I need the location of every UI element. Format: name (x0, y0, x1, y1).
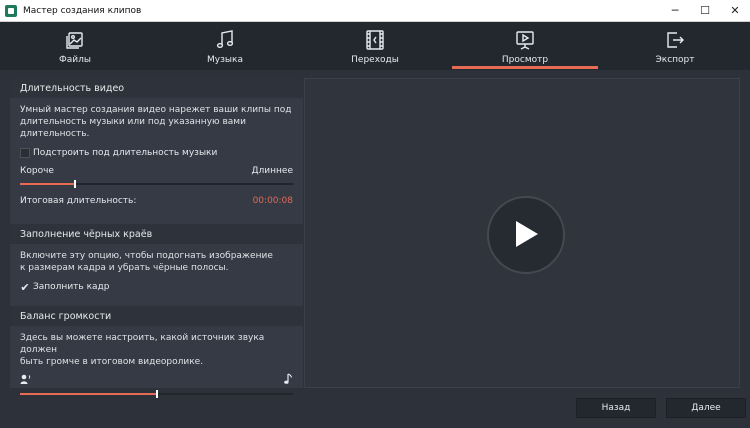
back-button[interactable]: Назад (576, 398, 656, 418)
duration-header: Длительность видео (10, 78, 303, 98)
longer-label: Длиннее (251, 166, 293, 176)
files-icon (63, 28, 87, 52)
duration-slider-fill (20, 183, 75, 185)
tab-export[interactable]: Экспорт (600, 22, 750, 70)
app-icon (5, 4, 17, 17)
shorter-label: Короче (20, 166, 54, 176)
voice-icon (20, 373, 32, 388)
fit-music-label: Подстроить под длительность музыки (33, 148, 218, 158)
black-borders-description: Включите эту опцию, чтобы подогнать изоб… (20, 251, 273, 273)
tab-preview-label: Просмотр (501, 55, 549, 65)
play-button[interactable] (487, 196, 565, 274)
total-duration-value: 00:00:08 (252, 196, 293, 206)
tab-transitions[interactable]: Переходы (300, 22, 450, 70)
play-icon (512, 219, 540, 252)
duration-range-labels: Короче Длиннее (20, 166, 293, 176)
volume-balance-slider[interactable] (20, 388, 293, 400)
tab-transitions-label: Переходы (351, 55, 399, 65)
fit-music-option[interactable]: Подстроить под длительность музыки (20, 148, 293, 158)
total-duration-row: Итоговая длительность: 00:00:08 (20, 196, 293, 206)
main-area: Длительность видео Умный мастер создания… (10, 78, 740, 398)
duration-section: Умный мастер создания видео нарежет ваши… (10, 98, 303, 206)
volume-slider-fill (20, 393, 157, 395)
tab-music[interactable]: Музыка (150, 22, 300, 70)
fill-frame-checkbox[interactable]: ✔ (20, 282, 30, 293)
duration-slider[interactable] (20, 178, 293, 190)
maximize-button[interactable]: ☐ (690, 0, 720, 22)
total-duration-label: Итоговая длительность: (20, 196, 137, 206)
volume-icons (20, 372, 293, 388)
close-button[interactable]: ✕ (720, 0, 750, 22)
tab-music-label: Музыка (207, 55, 243, 65)
music-icon (213, 28, 237, 52)
volume-header: Баланс громкости (10, 306, 303, 326)
volume-section: Здесь вы можете настроить, какой источни… (10, 326, 303, 400)
fill-frame-option[interactable]: ✔ Заполнить кадр (20, 282, 293, 293)
volume-slider-thumb[interactable] (155, 390, 158, 398)
duration-description: Умный мастер создания видео нарежет ваши… (20, 105, 292, 139)
window-title: Мастер создания клипов (23, 5, 142, 16)
minimize-button[interactable]: ─ (660, 0, 690, 22)
window-controls: ─ ☐ ✕ (660, 0, 750, 22)
settings-panel: Длительность видео Умный мастер создания… (10, 78, 303, 398)
export-icon (663, 28, 687, 52)
transitions-icon (363, 28, 387, 52)
duration-slider-thumb[interactable] (73, 180, 76, 188)
title-bar: Мастер создания клипов ─ ☐ ✕ (0, 0, 750, 22)
wizard-tabs: Файлы Музыка Переходы Просмотр Экспорт (0, 22, 750, 70)
fill-frame-label: Заполнить кадр (33, 282, 110, 292)
volume-description: Здесь вы можете настроить, какой источни… (20, 333, 265, 367)
preview-icon (513, 28, 537, 52)
next-button[interactable]: Далее (666, 398, 746, 418)
video-preview (304, 78, 740, 388)
fit-music-checkbox[interactable] (20, 148, 30, 158)
tab-files[interactable]: Файлы (0, 22, 150, 70)
tab-preview[interactable]: Просмотр (450, 22, 600, 70)
tab-export-label: Экспорт (655, 55, 695, 65)
music-note-icon (283, 372, 293, 388)
black-borders-header: Заполнение чёрных краёв (10, 224, 303, 244)
black-borders-section: Включите эту опцию, чтобы подогнать изоб… (10, 244, 303, 293)
tab-files-label: Файлы (59, 55, 91, 65)
